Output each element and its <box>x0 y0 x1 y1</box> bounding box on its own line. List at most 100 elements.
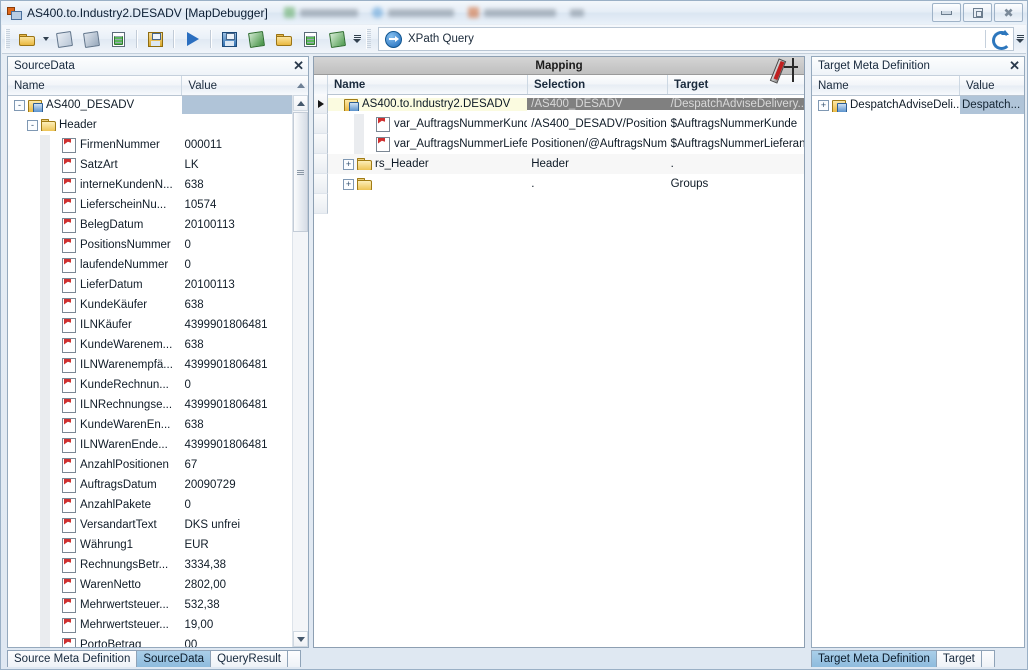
expand-icon[interactable]: + <box>343 158 354 170</box>
mapping-cell-selection[interactable]: . <box>527 178 666 190</box>
tab-sourcedata[interactable]: SourceData <box>136 650 212 667</box>
target-meta-tree[interactable]: + DespatchAdviseDeli... Despatch... <box>812 95 1024 647</box>
tree-row[interactable]: LieferDatum 20100113 <box>8 275 294 295</box>
mapping-cell-target[interactable]: $AuftragsNummerLieferant <box>667 138 804 150</box>
source-panel-close-icon[interactable]: ✕ <box>293 59 304 72</box>
tab-source-meta-definition[interactable]: Source Meta Definition <box>7 650 138 667</box>
tree-row[interactable]: LieferscheinNu... 10574 <box>8 195 294 215</box>
source-column-value[interactable]: Value <box>182 76 294 95</box>
mapping-cell-name[interactable]: var_AuftragsNummerLieferant <box>328 134 527 154</box>
open-folder-button[interactable] <box>14 27 39 52</box>
mapping-cell-target[interactable]: $AuftragsNummerKunde <box>667 118 804 130</box>
mapping-cell-target[interactable]: /DespatchAdviseDelivery... <box>666 98 804 110</box>
save-gold-button[interactable] <box>143 27 168 52</box>
tree-row[interactable]: interneKundenN... 638 <box>8 175 294 195</box>
mapping-row-empty[interactable] <box>314 194 804 214</box>
mapping-row-header[interactable] <box>314 154 328 174</box>
toolbar-overflow-button[interactable] <box>351 26 363 52</box>
source-tree-scrollbar[interactable] <box>292 95 308 647</box>
tree-row[interactable]: Währung1 EUR <box>8 535 294 555</box>
mapping-row-header[interactable] <box>314 94 328 114</box>
tree-row[interactable]: + DespatchAdviseDeli... Despatch... <box>812 95 1024 115</box>
source-data-tree[interactable]: - AS400_DESADV - Header FirmenNummer 000011 Sa… <box>8 95 294 647</box>
run-button[interactable] <box>180 27 205 52</box>
refresh-green-button[interactable] <box>244 27 269 52</box>
source-column-name[interactable]: Name <box>8 76 183 95</box>
xpath-toolbar-grip[interactable] <box>366 29 371 49</box>
tab-queryresult[interactable]: QueryResult <box>210 650 288 667</box>
tree-row[interactable]: PortoBetrag 00 <box>8 635 294 647</box>
document-green-button[interactable] <box>298 27 323 52</box>
tree-row[interactable]: ILNRechnungse... 4399901806481 <box>8 395 294 415</box>
mapping-cell-name[interactable]: AS400.to.Industry2.DESADV <box>328 97 528 111</box>
mapping-cell-target[interactable]: Groups <box>667 178 804 190</box>
folder-green-button[interactable] <box>271 27 296 52</box>
mapping-cell-selection[interactable]: Header <box>527 158 666 170</box>
mapping-cell-selection[interactable]: Positionen/@AuftragsNum... <box>527 138 666 150</box>
mapping-cell-selection[interactable]: /AS400_DESADV <box>527 98 667 110</box>
mapping-cell-name[interactable]: + rs_Header <box>328 158 527 170</box>
mapping-cell-selection[interactable]: /AS400_DESADV/Position... <box>527 118 666 130</box>
sort-asc-icon[interactable] <box>294 76 308 94</box>
target-column-value[interactable]: Value <box>960 76 1024 95</box>
xpath-overflow-button[interactable] <box>1014 26 1026 52</box>
mapping-row[interactable]: +. Groups <box>314 174 804 194</box>
mapping-row-header[interactable] <box>314 174 328 194</box>
tree-row[interactable]: AnzahlPakete 0 <box>8 495 294 515</box>
mapping-row[interactable]: var_AuftragsNummerKunde/AS400_DESADV/Pos… <box>314 114 804 134</box>
scrollbar-thumb[interactable] <box>293 112 308 232</box>
tree-row[interactable]: RechnungsBetr... 3334,38 <box>8 555 294 575</box>
restore-button[interactable] <box>963 3 992 22</box>
tree-row[interactable]: Mehrwertsteuer... 19,00 <box>8 615 294 635</box>
ghost-menu-item-help[interactable] <box>569 8 584 17</box>
tree-row[interactable]: ILNKäufer 4399901806481 <box>8 315 294 335</box>
ghost-menu-item-mapping[interactable] <box>283 7 358 18</box>
collapse-icon[interactable]: - <box>14 99 25 111</box>
expand-icon[interactable]: + <box>818 99 829 111</box>
tree-row[interactable]: KundeWarenEn... 638 <box>8 415 294 435</box>
tab-target-meta-definition[interactable]: Target Meta Definition <box>811 650 937 667</box>
tree-row[interactable]: AnzahlPositionen 67 <box>8 455 294 475</box>
new-document-button[interactable] <box>106 27 131 52</box>
xpath-input[interactable] <box>473 28 981 50</box>
tree-row[interactable]: FirmenNummer 000011 <box>8 135 294 155</box>
tree-row[interactable]: ILNWarenempfä... 4399901806481 <box>8 355 294 375</box>
tree-row[interactable]: - AS400_DESADV <box>8 95 294 115</box>
copy-button[interactable] <box>52 27 77 52</box>
scroll-down-button[interactable] <box>293 631 308 647</box>
mapping-row-header[interactable] <box>314 134 328 154</box>
tree-row[interactable]: PositionsNummer 0 <box>8 235 294 255</box>
tree-row[interactable]: - Header <box>8 115 294 135</box>
toolbar-grip[interactable] <box>5 29 10 49</box>
tab-target[interactable]: Target <box>935 650 982 667</box>
open-dropdown-button[interactable] <box>40 28 51 51</box>
expand-icon[interactable]: + <box>343 178 354 190</box>
ghost-menu-item-wordwrap[interactable] <box>371 7 454 18</box>
mapping-column-name[interactable]: Name <box>328 75 528 94</box>
tree-row[interactable]: WarenNetto 2802,00 <box>8 575 294 595</box>
minimize-button[interactable] <box>932 3 961 22</box>
save-blue-button[interactable] <box>217 27 242 52</box>
target-panel-close-icon[interactable]: ✕ <box>1009 59 1020 72</box>
validate-button[interactable] <box>325 27 350 52</box>
print-preview-button[interactable] <box>79 27 104 52</box>
tab-spacer[interactable] <box>980 650 995 667</box>
mapping-row[interactable]: AS400.to.Industry2.DESADV/AS400_DESADV/D… <box>314 94 804 114</box>
collapse-icon[interactable]: - <box>27 119 38 131</box>
mapping-rows-container[interactable]: AS400.to.Industry2.DESADV/AS400_DESADV/D… <box>314 94 804 647</box>
tree-row[interactable]: KundeRechnun... 0 <box>8 375 294 395</box>
mapping-row-header[interactable] <box>314 114 328 134</box>
tree-row[interactable]: VersandartText DKS unfrei <box>8 515 294 535</box>
tree-row[interactable]: BelegDatum 20100113 <box>8 215 294 235</box>
refresh-icon[interactable] <box>990 29 1011 50</box>
close-button[interactable]: ✖ <box>994 3 1023 22</box>
tree-row[interactable]: ILNWarenEnde... 4399901806481 <box>8 435 294 455</box>
mapping-row-header[interactable] <box>314 194 328 214</box>
mapping-cell-target[interactable]: . <box>667 158 804 170</box>
ghost-menu-item-debug-mapping[interactable] <box>467 7 556 18</box>
tree-row[interactable]: KundeWarenem... 638 <box>8 335 294 355</box>
tree-row[interactable]: SatzArt LK <box>8 155 294 175</box>
mapping-cell-name[interactable]: var_AuftragsNummerKunde <box>328 114 527 134</box>
tree-row[interactable]: Mehrwertsteuer... 532,38 <box>8 595 294 615</box>
mapping-row[interactable]: var_AuftragsNummerLieferantPositionen/@A… <box>314 134 804 154</box>
